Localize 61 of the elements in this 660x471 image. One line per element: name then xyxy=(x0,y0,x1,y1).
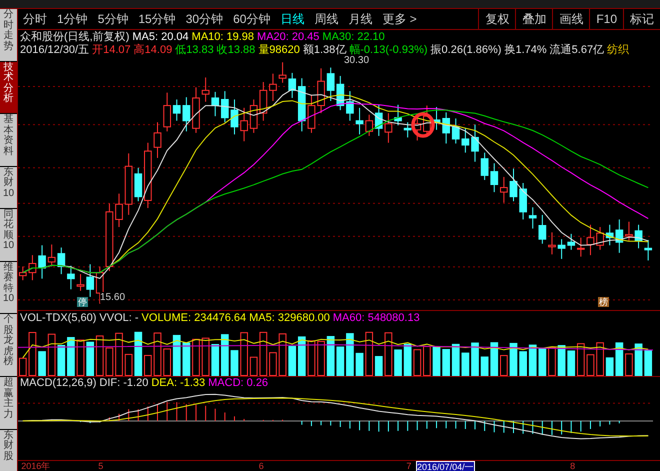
quote-value: 高14.09 xyxy=(134,42,172,58)
side-tab[interactable]: 东财10 xyxy=(0,166,17,208)
toolbar-button[interactable]: F10 xyxy=(589,9,623,30)
volume-value: VOLUME: 234476.64 xyxy=(142,312,246,324)
quote-value: 换1.74% xyxy=(504,43,547,58)
period-tab[interactable]: 分时 xyxy=(18,10,52,28)
macd-value: MACD: 0.26 xyxy=(208,377,268,390)
toolbar-button[interactable]: 复权 xyxy=(478,9,516,30)
axis-label: 6 xyxy=(258,461,264,471)
volume-value: MA5: 329680.00 xyxy=(249,312,330,324)
quote-value: 流通5.67亿 xyxy=(550,42,604,58)
toolbar-button[interactable]: 标记 xyxy=(623,9,660,30)
axis-label: 5 xyxy=(98,461,104,471)
ma-value: MA20: 20.45 xyxy=(257,30,320,43)
quote-value: 开14.07 xyxy=(92,43,131,58)
quote-value: 2016/12/30/五 xyxy=(20,43,90,58)
volume-value: VOL-TDX(5,60) xyxy=(20,312,96,324)
quote-value: 振0.26(1.86%) xyxy=(430,43,502,58)
ring-icon xyxy=(410,112,436,138)
quote-value: 额1.38亿 xyxy=(302,42,346,56)
low-price-label: 15.60 xyxy=(100,292,126,304)
period-tab[interactable]: 月线 xyxy=(343,10,378,28)
ma-value: MA30: 22.10 xyxy=(322,30,385,43)
ma-value: MA10: 19.98 xyxy=(192,30,254,43)
axis-label: 7 xyxy=(406,461,412,471)
stock-badge: 榜 xyxy=(598,297,609,308)
period-tab[interactable]: 日线 xyxy=(275,10,310,28)
volume-value: MA60: 548080.13 xyxy=(332,312,420,324)
period-tab[interactable]: 周线 xyxy=(309,10,344,28)
period-tab[interactable]: 1分钟 xyxy=(52,10,93,28)
axis-label: 2016年 xyxy=(21,461,50,471)
macd-value: DEA: -1.33 xyxy=(151,377,206,390)
side-tab[interactable]: 超赢主力 xyxy=(0,377,17,429)
macd-value: DIF: -1.20 xyxy=(99,377,148,390)
toolbar-button[interactable]: 叠加 xyxy=(515,9,552,30)
quote-value: 纺织 xyxy=(607,42,630,58)
quote-value: 量98620 xyxy=(258,43,300,58)
volume-value: VVOL: - xyxy=(99,312,139,324)
period-tab[interactable]: 15分钟 xyxy=(133,10,181,28)
ma-value: MA5: 20.04 xyxy=(132,30,189,43)
cursor-date-label: 2016/07/04/一 xyxy=(416,461,475,471)
period-tab[interactable]: 60分钟 xyxy=(228,10,276,28)
stock-title: 众和股份(日线,前复权) xyxy=(20,30,130,44)
side-tab[interactable]: 东财股 xyxy=(0,430,17,471)
side-tab[interactable]: 同花顺10 xyxy=(0,208,17,261)
stock-badge: 停 xyxy=(77,297,88,308)
macd-value: MACD(12,26,9) xyxy=(20,377,96,390)
toolbar-button[interactable]: 画线 xyxy=(552,9,590,30)
period-tab[interactable]: 更多 > xyxy=(377,10,422,28)
side-tab[interactable]: 维赛特10 xyxy=(0,262,17,314)
axis-label: 8 xyxy=(570,461,576,471)
period-tab[interactable]: 30分钟 xyxy=(180,10,228,28)
quote-value: 收13.88 xyxy=(216,43,256,58)
side-tab[interactable]: 基本资料 xyxy=(0,114,17,166)
side-tab[interactable]: 技术分析 xyxy=(0,62,17,114)
side-tab[interactable]: 分时走势 xyxy=(0,9,17,61)
period-tab[interactable]: 5分钟 xyxy=(92,10,134,28)
quote-value: 低13.83 xyxy=(175,43,214,58)
side-tab[interactable]: 个股龙虎榜 xyxy=(0,314,17,376)
high-price-label: 30.30 xyxy=(344,55,370,66)
quote-value: 幅-0.13(-0.93%) xyxy=(349,43,428,56)
